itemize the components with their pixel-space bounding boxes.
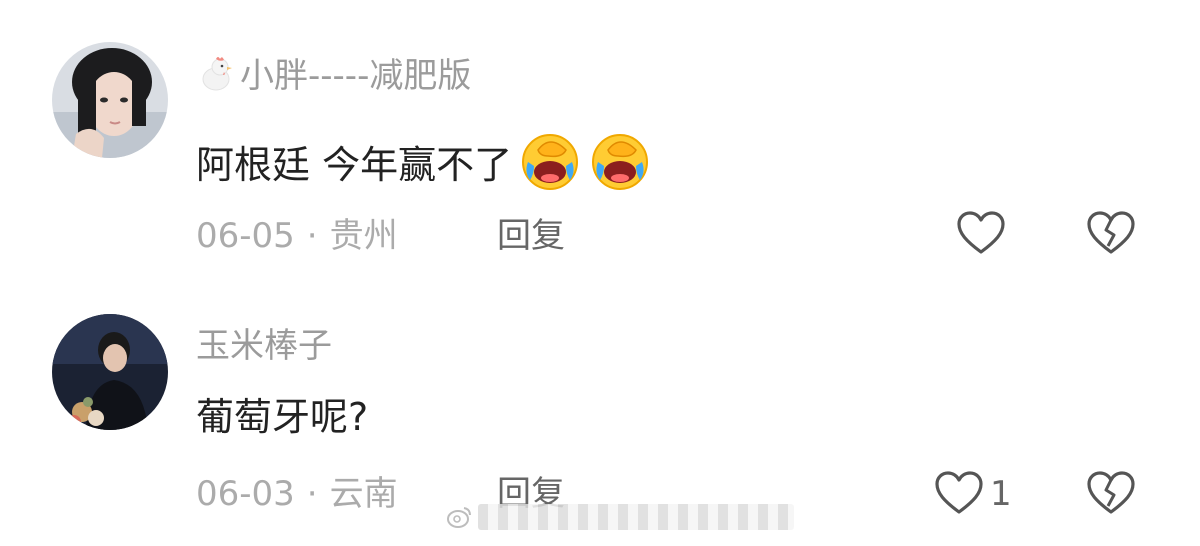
watermark (440, 500, 800, 534)
comment-text-body: 葡萄牙呢? (196, 395, 369, 439)
comment-location: 云南 (329, 474, 398, 514)
weibo-logo-icon (446, 504, 472, 530)
broken-heart-icon (1086, 211, 1136, 260)
comment-meta: 06-05 · 贵州 (196, 216, 398, 256)
like-count: 1 (990, 474, 1012, 514)
meta-separator: · (306, 216, 318, 256)
comment-item: 小胖-----减肥版 阿根廷 今年赢不了 06-05 · 贵州 回复 (0, 0, 1200, 280)
laugh-cry-emoji (518, 128, 582, 203)
username-text: 小胖-----减肥版 (240, 56, 472, 96)
like-button[interactable] (934, 470, 984, 520)
reply-button[interactable]: 回复 (497, 216, 565, 256)
comment-text: 葡萄牙呢? (196, 393, 368, 441)
username-text: 玉米棒子 (196, 326, 332, 366)
dislike-button[interactable] (1086, 470, 1136, 520)
comment-date: 06-05 (196, 216, 295, 256)
dislike-button[interactable] (1086, 210, 1136, 260)
avatar[interactable] (52, 42, 168, 158)
broken-heart-icon (1086, 471, 1136, 520)
chicken-icon (196, 53, 236, 102)
username[interactable]: 小胖-----减肥版 (196, 53, 471, 102)
avatar[interactable] (52, 314, 168, 430)
comment-date: 06-03 (196, 474, 295, 514)
comment-meta: 06-03 · 云南 (196, 474, 398, 514)
comment-text: 阿根廷 今年赢不了 (196, 128, 652, 203)
comment-text-body: 阿根廷 今年赢不了 (196, 143, 513, 187)
heart-outline-icon (956, 211, 1006, 260)
username[interactable]: 玉米棒子 (196, 326, 332, 366)
comment-location: 贵州 (329, 216, 398, 256)
heart-outline-icon (934, 471, 984, 520)
meta-separator: · (306, 474, 318, 514)
watermark-bar (478, 504, 794, 530)
like-button[interactable] (956, 210, 1006, 260)
laugh-cry-emoji (588, 128, 652, 203)
